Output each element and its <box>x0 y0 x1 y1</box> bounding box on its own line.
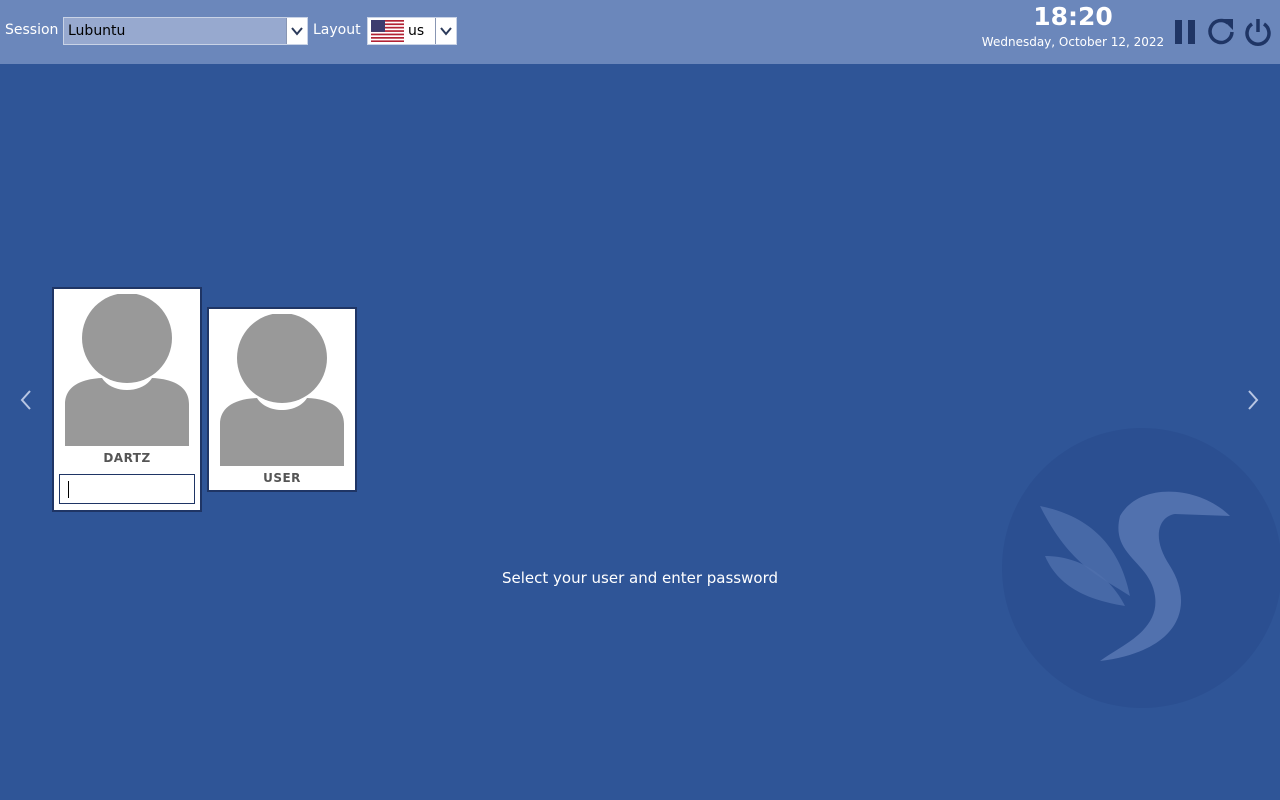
chevron-right-icon[interactable] <box>1245 388 1261 412</box>
chevron-down-icon[interactable] <box>286 18 307 44</box>
layout-select[interactable]: us <box>367 17 457 45</box>
login-prompt-message: Select your user and enter password <box>501 569 778 587</box>
top-bar: Session Lubuntu Layout us 18:20 Wednesda… <box>0 0 1280 64</box>
user-card-dartz[interactable]: DARTZ <box>52 287 202 512</box>
us-flag-icon <box>371 20 404 42</box>
clock: 18:20 Wednesday, October 12, 2022 <box>980 2 1166 50</box>
clock-time: 18:20 <box>1033 2 1113 31</box>
session-value: Lubuntu <box>68 23 126 39</box>
session-label: Session <box>5 22 59 38</box>
avatar <box>220 314 344 466</box>
lubuntu-logo-watermark <box>1002 428 1280 708</box>
user-card-user[interactable]: USER <box>207 307 357 492</box>
user-name: USER <box>263 471 301 485</box>
chevron-left-icon[interactable] <box>18 388 34 412</box>
session-select[interactable]: Lubuntu <box>63 17 308 45</box>
pause-icon[interactable] <box>1170 16 1200 48</box>
layout-label: Layout <box>313 22 361 38</box>
clock-date: Wednesday, October 12, 2022 <box>981 35 1165 49</box>
avatar <box>65 294 189 446</box>
restart-icon[interactable] <box>1206 16 1236 48</box>
chevron-down-icon[interactable] <box>435 18 456 44</box>
layout-value: us <box>408 23 425 39</box>
password-input[interactable] <box>59 474 195 504</box>
power-icon[interactable] <box>1243 16 1273 48</box>
text-caret <box>68 481 69 498</box>
user-name: DARTZ <box>103 451 151 465</box>
